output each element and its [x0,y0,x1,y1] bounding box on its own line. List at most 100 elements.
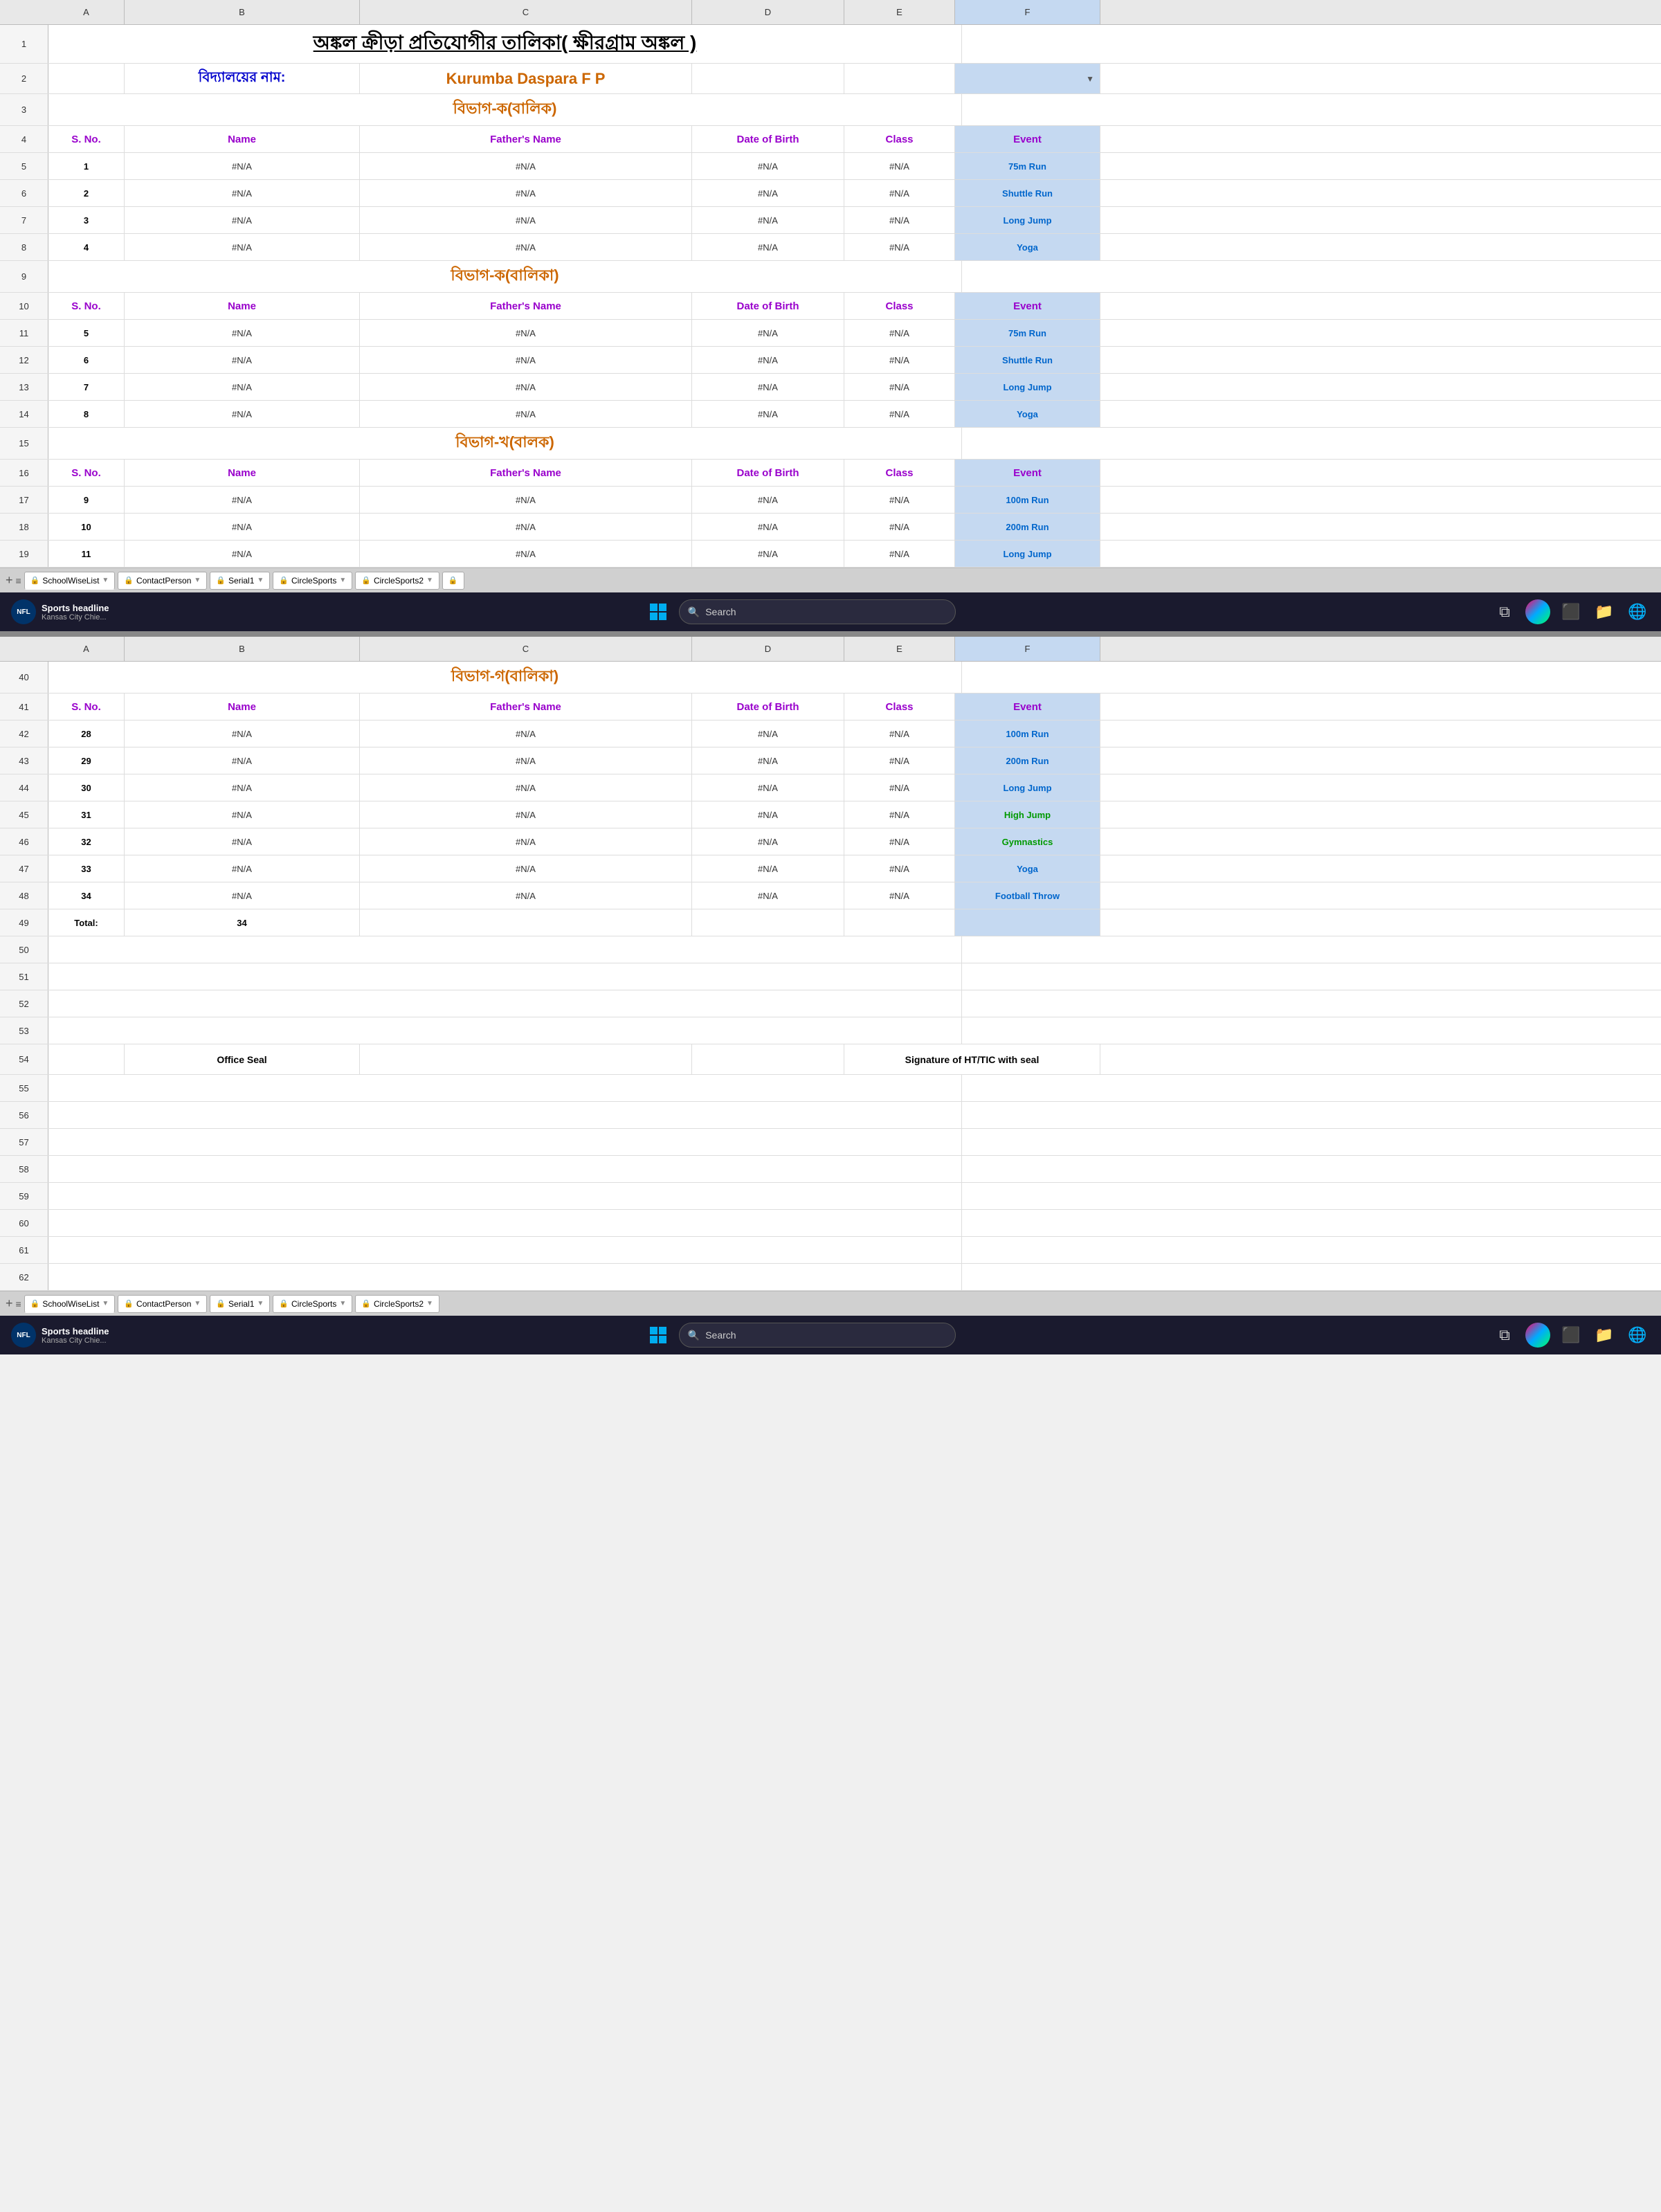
row-10: 10 S. No. Name Father's Name Date of Bir… [0,293,1661,320]
column-header-row: A B C D E F [0,0,1661,25]
col-header-c2: C [360,637,692,661]
tab-dropdown-1[interactable]: ▼ [102,577,109,584]
row-5: 5 1 #N/A #N/A #N/A #N/A 75m Run [0,153,1661,180]
lock-icon-2: 🔒 [124,576,134,585]
spreadsheet-top: A B C D E F 1 অঙ্কল ক্রীড়া প্রতিযোগীর ত… [0,0,1661,1354]
tab-serial1-bottom[interactable]: 🔒 Serial1 ▼ [210,1295,270,1313]
tab-dropdown-b1[interactable]: ▼ [102,1300,109,1307]
lock-icon-b5: 🔒 [361,1299,371,1308]
taskbar-search-top[interactable]: 🔍 Search [679,599,956,624]
tab-label-b3: Serial1 [228,1299,254,1309]
row-41: 41 S. No. Name Father's Name Date of Bir… [0,693,1661,720]
teams-icon-bottom[interactable]: ⬛ [1559,1323,1583,1348]
win-taskbar-bottom: NFL Sports headline Kansas City Chie... … [0,1316,1661,1354]
row-11: 11 5 #N/A #N/A #N/A #N/A 75m Run [0,320,1661,347]
row-47: 47 33 #N/A #N/A #N/A #N/A Yoga [0,855,1661,882]
tab-circlesports[interactable]: 🔒 CircleSports ▼ [273,572,352,590]
folder-icon-top[interactable]: 📁 [1592,599,1617,624]
tab-dropdown-b4[interactable]: ▼ [339,1300,346,1307]
tab-circlesports2-bottom[interactable]: 🔒 CircleSports2 ▼ [355,1295,439,1313]
office-seal-cell: Office Seal [125,1044,360,1074]
color-circle-top[interactable] [1525,599,1550,624]
edge-icon-bottom[interactable]: 🌐 [1625,1323,1650,1348]
win-taskbar-top: NFL Sports headline Kansas City Chie... … [0,592,1661,631]
tab-dropdown-b3[interactable]: ▼ [257,1300,264,1307]
tab-label-1: SchoolWiseList [42,576,99,586]
row-40: 40 বিভাগ-গ(বালিকা) [0,662,1661,693]
tab-dropdown-3[interactable]: ▼ [257,577,264,584]
tab-menu-button-bottom[interactable]: ≡ [16,1298,21,1309]
add-tab-button-bottom[interactable]: + [6,1296,13,1311]
row-7: 7 3 #N/A #N/A #N/A #N/A Long Jump [0,207,1661,234]
windows-start-button-bottom[interactable] [646,1323,671,1348]
lock-icon-b4: 🔒 [279,1299,289,1308]
row-12: 12 6 #N/A #N/A #N/A #N/A Shuttle Run [0,347,1661,374]
tab-bar-top: + ≡ 🔒 SchoolWiseList ▼ 🔒 ContactPerson ▼… [0,568,1661,592]
row-43: 43 29 #N/A #N/A #N/A #N/A 200m Run [0,747,1661,774]
total-label: Total: [48,909,125,936]
bottom-panel: A B C D E F 40 বিভাগ-গ(বালিকা) 41 S. No.… [0,637,1661,1291]
color-circle-bottom[interactable] [1525,1323,1550,1348]
row-14: 14 8 #N/A #N/A #N/A #N/A Yoga [0,401,1661,428]
taskview-icon-top[interactable]: ⧉ [1492,599,1517,624]
tab-schoolwiselist[interactable]: 🔒 SchoolWiseList ▼ [24,572,116,590]
row-45: 45 31 #N/A #N/A #N/A #N/A High Jump [0,801,1661,828]
title-cell: অঙ্কল ক্রীড়া প্রতিযোগীর তালিকা( ক্ষীরগ্… [48,25,962,63]
windows-start-button-top[interactable] [646,599,671,624]
taskview-icon-bottom[interactable]: ⧉ [1492,1323,1517,1348]
col4-a: S. No. [48,126,125,152]
section-g-header: বিভাগ-গ(বালিকা) [48,662,962,693]
tab-label-b4: CircleSports [291,1299,336,1309]
row-num-3: 3 [0,94,48,125]
row-54: 54 Office Seal Signature of HT/TIC with … [0,1044,1661,1075]
lock-icon-6: 🔒 [448,576,458,585]
folder-icon-bottom[interactable]: 📁 [1592,1323,1617,1348]
add-tab-button[interactable]: + [6,573,13,588]
col-header-a: A [48,0,125,24]
tab-menu-button[interactable]: ≡ [16,575,21,586]
row-17: 17 9 #N/A #N/A #N/A #N/A 100m Run [0,487,1661,514]
tab-lock-extra[interactable]: 🔒 [442,572,464,590]
sports-headline-tag-bottom: NFL Sports headline Kansas City Chie... [11,1323,109,1348]
col-header-b: B [125,0,360,24]
col-header-b2: B [125,637,360,661]
top-panel: A B C D E F 1 অঙ্কল ক্রীড়া প্রতিযোগীর ত… [0,0,1661,568]
row-9: 9 বিভাগ-ক(বালিকা) [0,261,1661,293]
tab-contactperson-bottom[interactable]: 🔒 ContactPerson ▼ [118,1295,207,1313]
tab-circlesports-bottom[interactable]: 🔒 CircleSports ▼ [273,1295,352,1313]
row-48: 48 34 #N/A #N/A #N/A #N/A Football Throw [0,882,1661,909]
col-header-d: D [692,0,844,24]
row-8: 8 4 #N/A #N/A #N/A #N/A Yoga [0,234,1661,261]
tab-label-5: CircleSports2 [374,576,424,586]
row-42: 42 28 #N/A #N/A #N/A #N/A 100m Run [0,720,1661,747]
row-2: 2 বিদ্যালয়ের নাম: Kurumba Daspara F P ▼ [0,64,1661,94]
row-46: 46 32 #N/A #N/A #N/A #N/A Gymnastics [0,828,1661,855]
taskbar-search-bottom[interactable]: 🔍 Search [679,1323,956,1348]
tab-circlesports2[interactable]: 🔒 CircleSports2 ▼ [355,572,439,590]
search-text-top: Search [705,606,736,617]
row2-e [844,64,955,93]
col-header-d2: D [692,637,844,661]
teams-icon-top[interactable]: ⬛ [1559,599,1583,624]
section3-header: বিভাগ-খ(বালক) [48,428,962,459]
section1-header: বিভাগ-ক(বালিক) [48,94,962,125]
search-icon-top: 🔍 [688,606,700,618]
tab-serial1[interactable]: 🔒 Serial1 ▼ [210,572,270,590]
col4-e: Class [844,126,955,152]
tab-dropdown-b2[interactable]: ▼ [194,1300,201,1307]
row-56: 56 [0,1102,1661,1129]
tab-dropdown-5[interactable]: ▼ [426,577,433,584]
tab-dropdown-2[interactable]: ▼ [194,577,201,584]
tab-dropdown-4[interactable]: ▼ [339,577,346,584]
tab-schoolwiselist-bottom[interactable]: 🔒 SchoolWiseList ▼ [24,1295,116,1313]
nfl-logo-top: NFL [11,599,36,624]
row2-f[interactable]: ▼ [955,64,1100,93]
tab-contactperson[interactable]: 🔒 ContactPerson ▼ [118,572,207,590]
lock-icon-b2: 🔒 [124,1299,134,1308]
search-icon-bottom: 🔍 [688,1330,700,1341]
panel-divider [0,631,1661,637]
tab-dropdown-b5[interactable]: ▼ [426,1300,433,1307]
row-num-1: 1 [0,25,48,63]
edge-icon-top[interactable]: 🌐 [1625,599,1650,624]
lock-icon-b3: 🔒 [216,1299,226,1308]
